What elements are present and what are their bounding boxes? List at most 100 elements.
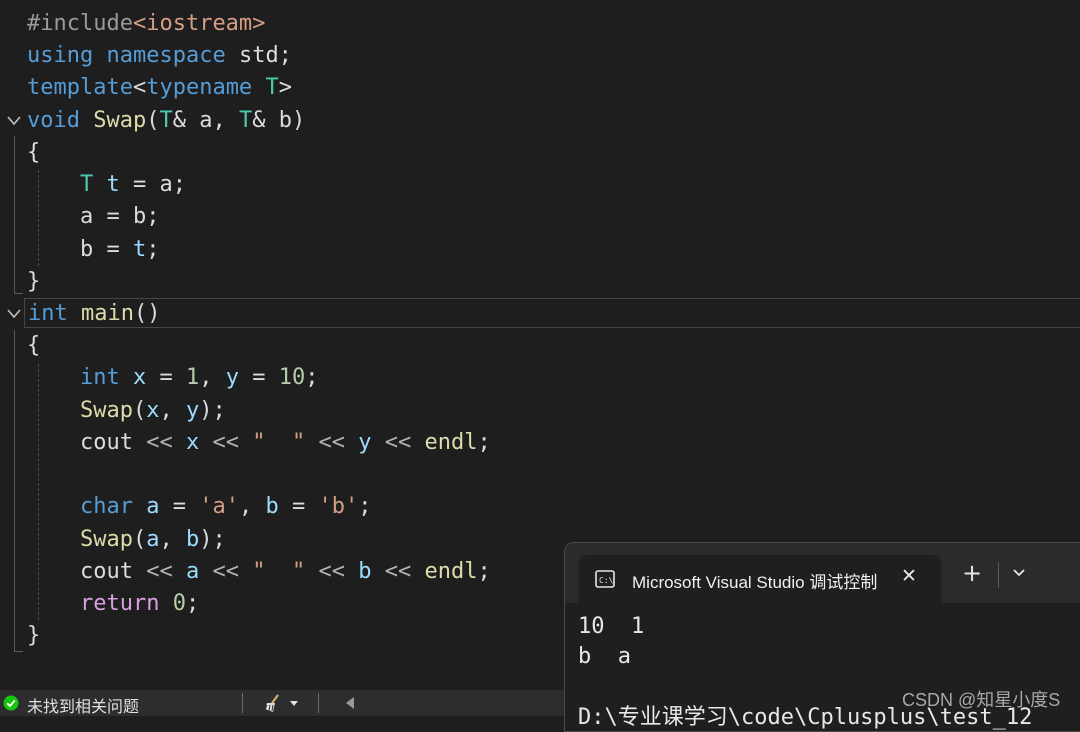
code-token: " " — [252, 559, 306, 584]
code-token: ( — [146, 108, 160, 133]
code-token: ); — [199, 527, 226, 552]
code-token: T — [80, 172, 94, 197]
code-token: ; — [185, 591, 200, 616]
status-bar: 未找到相关问题 — [0, 690, 565, 716]
code-token: int — [80, 365, 120, 390]
new-tab-button[interactable]: + — [962, 561, 982, 585]
code-token: ( — [132, 398, 147, 423]
tab-dropdown-button[interactable] — [1011, 565, 1027, 585]
code-token: b — [265, 494, 279, 519]
code-token: t — [106, 172, 120, 197]
check-circle-icon — [3, 695, 19, 716]
code-token: , — [199, 365, 226, 390]
code-token: = a; — [119, 172, 186, 197]
fold-guide — [14, 136, 15, 294]
code-token: ; — [358, 494, 372, 519]
fold-toggle-main[interactable] — [5, 298, 23, 330]
code-token: cout — [80, 430, 147, 455]
code-token: < — [132, 75, 147, 100]
code-token: b — [358, 559, 372, 584]
fold-toggle-swap[interactable] — [5, 105, 23, 137]
code-token: b — [185, 527, 200, 552]
code-token: template — [27, 75, 133, 100]
code-token: = — [239, 365, 279, 390]
code-token: > — [278, 75, 292, 100]
code-token: x — [185, 430, 200, 455]
code-token: x — [146, 398, 160, 423]
code-token: << — [318, 559, 345, 584]
code-token: = — [159, 494, 200, 519]
code-token: endl — [424, 559, 478, 584]
code-token: char — [80, 494, 133, 519]
chevron-down-icon — [290, 701, 298, 706]
code-token: T — [265, 75, 279, 100]
indent-guide — [38, 364, 39, 620]
chevron-down-icon — [7, 309, 21, 319]
issues-status-text[interactable]: 未找到相关问题 — [27, 693, 139, 717]
console-icon: C:\ — [595, 570, 615, 592]
code-token: namespace — [106, 43, 226, 68]
code-token: << — [146, 559, 173, 584]
broom-icon — [264, 694, 298, 712]
code-token: & a, — [172, 108, 239, 133]
console-tab-bar: C:\ Microsoft Visual Studio 调试控制台 ✕ + — [565, 543, 1080, 603]
code-token: y — [358, 430, 372, 455]
chevron-down-icon — [7, 116, 21, 126]
code-token: int — [28, 301, 68, 326]
code-token: << — [384, 559, 412, 584]
code-token: a — [146, 494, 160, 519]
code-token: , — [238, 494, 266, 519]
code-token: void — [27, 108, 80, 133]
code-token: = — [146, 365, 186, 390]
code-token: << — [384, 430, 412, 455]
code-token: std; — [225, 43, 292, 68]
code-token: a = b; — [80, 204, 160, 229]
code-token: return — [80, 591, 160, 616]
code-token: t — [132, 237, 147, 262]
code-token: a — [146, 527, 160, 552]
code-token: typename — [146, 75, 253, 100]
code-token: <iostream> — [132, 11, 266, 36]
code-token: () — [133, 301, 161, 326]
scroll-left-icon[interactable] — [344, 696, 356, 715]
fold-guide-end — [14, 651, 23, 652]
close-icon[interactable]: ✕ — [901, 565, 917, 587]
code-token: << — [318, 430, 345, 455]
console-tab[interactable]: C:\ Microsoft Visual Studio 调试控制台 ✕ — [579, 555, 941, 603]
code-cleanup-button[interactable] — [264, 693, 306, 718]
code-token: { — [27, 333, 41, 358]
code-token: = — [278, 494, 319, 519]
code-token: 0 — [172, 591, 186, 616]
code-token: 1 — [186, 365, 200, 390]
code-token: << — [212, 430, 239, 455]
code-token: Swap — [80, 398, 133, 423]
code-token: { — [27, 140, 41, 165]
chevron-down-icon — [1013, 569, 1025, 577]
code-token: x — [133, 365, 147, 390]
console-tab-title: Microsoft Visual Studio 调试控制台 — [632, 573, 878, 592]
indent-guide — [38, 170, 39, 266]
code-token: main — [81, 301, 134, 326]
code-token: , — [159, 398, 186, 423]
code-token: , — [159, 527, 186, 552]
code-token: ; — [305, 365, 319, 390]
code-token: a — [185, 559, 200, 584]
code-token: & b) — [252, 108, 306, 133]
